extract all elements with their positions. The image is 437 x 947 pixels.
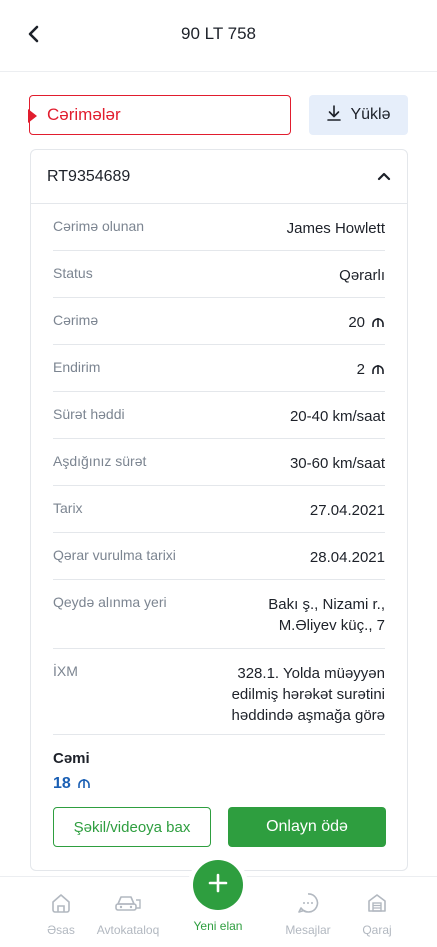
fine-id: RT9354689	[47, 167, 131, 185]
detail-value-multiline: Bakı ş., Nizami r., M.Əliyev küç., 7	[268, 594, 385, 636]
tab-label: Mesajlar	[285, 923, 331, 937]
fines-label-text: Cərimələr	[47, 105, 121, 124]
manat-icon	[371, 313, 385, 334]
tab-catalog[interactable]: Avtokataloq	[93, 891, 163, 937]
manat-icon	[371, 360, 385, 381]
detail-value: James Howlett	[286, 220, 385, 237]
garage-icon	[342, 891, 412, 915]
tab-label: Qaraj	[362, 923, 392, 937]
fine-amount: 20	[348, 314, 365, 331]
new-listing-button[interactable]	[193, 860, 243, 910]
detail-value: 30-60 km/saat	[289, 455, 385, 472]
tab-label: Avtokataloq	[96, 923, 160, 937]
download-button[interactable]: Yüklə	[309, 95, 408, 135]
detail-key: Cərimə	[53, 312, 99, 328]
discount-amount: 2	[356, 361, 365, 378]
fine-card-header[interactable]: RT9354689	[31, 150, 407, 204]
top-bar: 90 LT 758	[0, 0, 437, 72]
detail-value-multiline: 328.1. Yolda müəyyən edilmiş hərəkət sur…	[232, 663, 385, 726]
tab-garage[interactable]: Qaraj	[342, 891, 412, 937]
detail-row: Qeydə alınma yeri Bakı ş., Nizami r., M.…	[53, 580, 385, 649]
fines-section-label: Cərimələr	[28, 95, 291, 135]
marker-icon	[28, 109, 37, 123]
detail-key: Status	[53, 265, 93, 281]
violation-line: həddində aşmağa görə	[231, 707, 385, 724]
detail-key: Qərar vurulma tarixi	[53, 547, 176, 563]
home-icon	[26, 891, 96, 915]
tab-home[interactable]: Əsas	[26, 891, 96, 937]
violation-line: edilmiş hərəkət surətini	[231, 686, 385, 703]
location-line: M.Əliyev küç., 7	[278, 617, 385, 634]
car-icon	[93, 891, 163, 915]
detail-row: Endirim 2	[53, 345, 385, 392]
detail-value: Qərarlı	[339, 267, 385, 284]
detail-value: 20-40 km/saat	[289, 408, 385, 425]
plus-icon	[207, 872, 229, 899]
total-block: Cəmi 18	[53, 750, 91, 794]
message-icon	[273, 891, 343, 915]
tab-messages[interactable]: Mesajlar	[273, 891, 343, 937]
violation-line: 328.1. Yolda müəyyən	[237, 665, 385, 682]
pay-online-button[interactable]: Onlayn ödə	[228, 807, 386, 847]
detail-row: Tarix 27.04.2021	[53, 486, 385, 533]
fine-card: RT9354689 Cərimə olunan James Howlett St…	[30, 149, 408, 871]
view-media-button[interactable]: Şəkil/videoya bax	[53, 807, 211, 847]
detail-row: Cərimə 20	[53, 298, 385, 345]
detail-value-amount: 20	[348, 312, 385, 334]
detail-key: Tarix	[53, 500, 83, 516]
detail-row: Aşdığınız sürət 30-60 km/saat	[53, 439, 385, 486]
chevron-up-icon[interactable]	[377, 168, 391, 186]
total-value: 18	[53, 775, 91, 794]
fine-details: Cərimə olunan James Howlett Status Qərar…	[53, 204, 385, 735]
download-label: Yüklə	[350, 106, 391, 123]
tab-label: Əsas	[47, 923, 75, 937]
total-amount: 18	[53, 775, 71, 792]
detail-row: Qərar vurulma tarixi 28.04.2021	[53, 533, 385, 580]
detail-key: Endirim	[53, 359, 101, 375]
total-label: Cəmi	[53, 750, 90, 767]
detail-key: Aşdığınız sürət	[53, 453, 147, 469]
detail-key: Cərimə olunan	[53, 218, 145, 234]
detail-row: Status Qərarlı	[53, 251, 385, 298]
detail-row: İXM 328.1. Yolda müəyyən edilmiş hərəkət…	[53, 649, 385, 735]
detail-value-amount: 2	[357, 359, 385, 381]
tab-label-new-listing[interactable]: Yeni elan	[183, 919, 253, 933]
location-line: Bakı ş., Nizami r.,	[268, 596, 385, 613]
manat-icon	[77, 776, 91, 794]
detail-key: İXM	[53, 663, 78, 679]
download-icon	[326, 104, 342, 127]
page-title: 90 LT 758	[181, 24, 256, 43]
detail-row: Sürət həddi 20-40 km/saat	[53, 392, 385, 439]
detail-value: 28.04.2021	[309, 549, 385, 566]
detail-value: 27.04.2021	[309, 502, 385, 519]
detail-key: Sürət həddi	[53, 406, 125, 422]
detail-key: Qeydə alınma yeri	[53, 594, 167, 610]
detail-row: Cərimə olunan James Howlett	[53, 204, 385, 251]
